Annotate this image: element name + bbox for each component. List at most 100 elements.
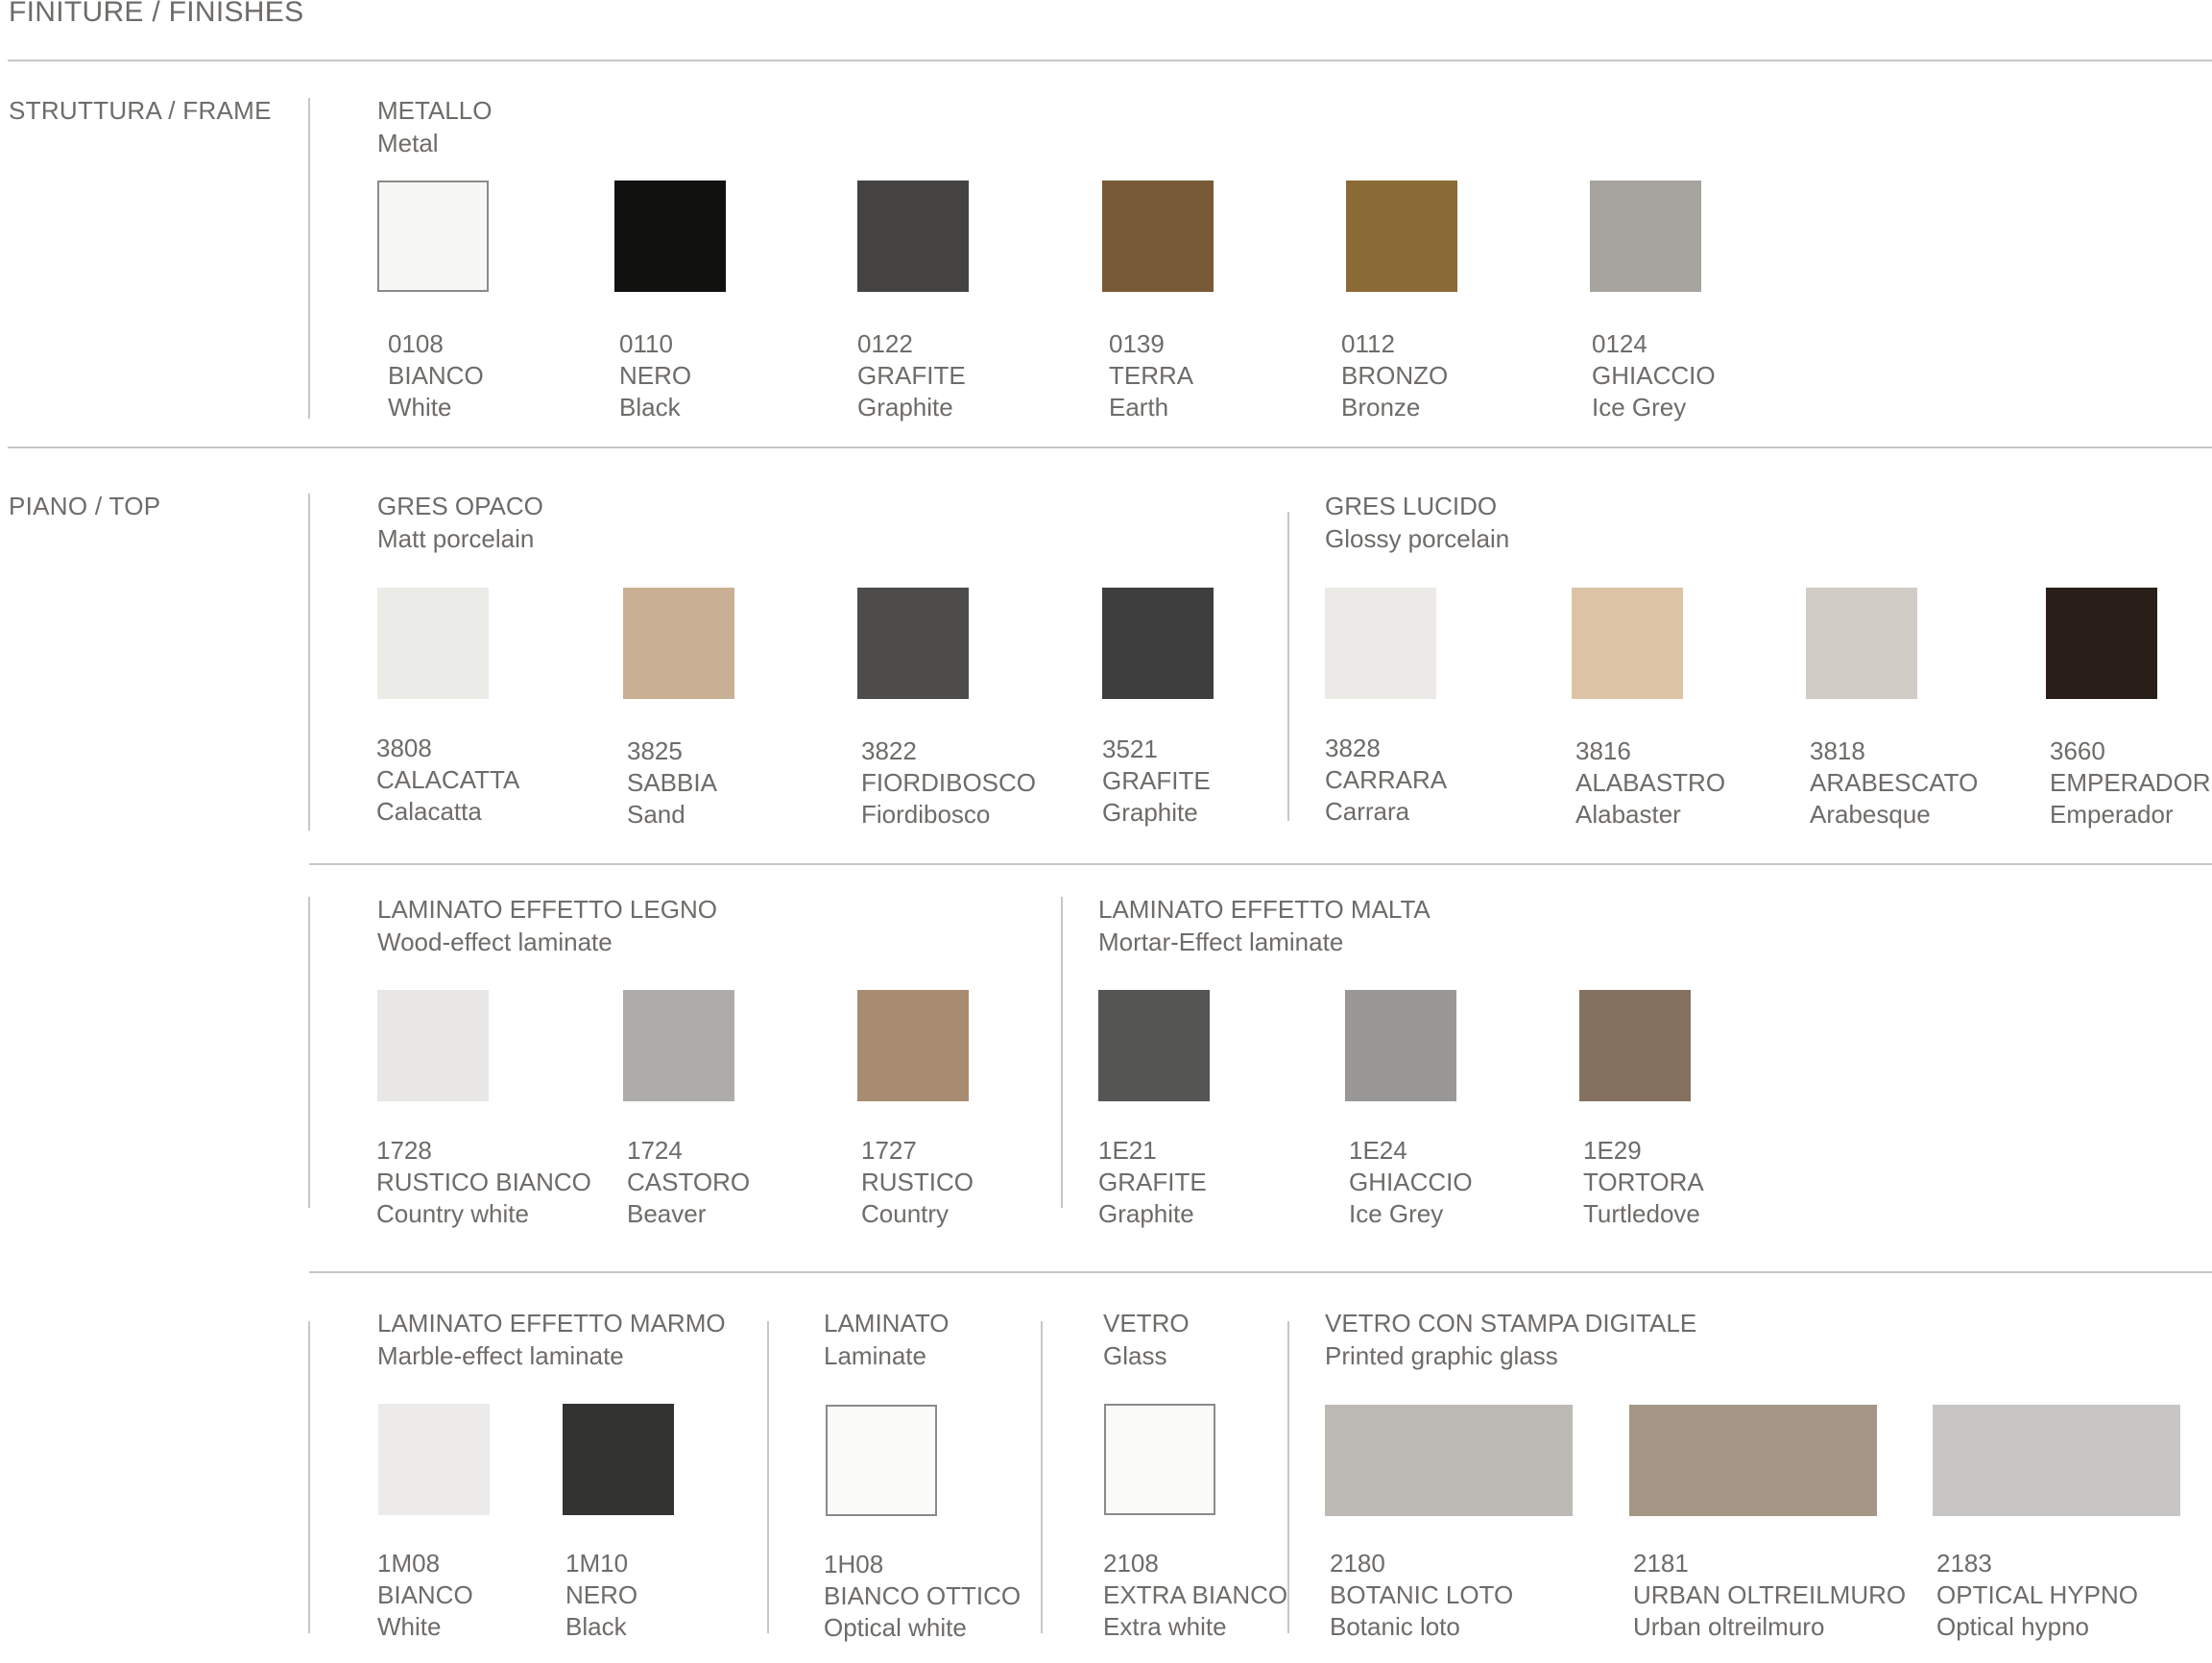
swatch-name-en: Beaver	[627, 1199, 707, 1228]
swatch-code: 3816	[1575, 736, 1631, 765]
swatch-0122[interactable]	[857, 181, 969, 292]
swatch-name: BIANCO	[388, 361, 484, 390]
swatch-code: 0112	[1341, 329, 1395, 358]
group-subname: Matt porcelain	[377, 524, 535, 553]
swatch-code: 1E24	[1349, 1136, 1407, 1165]
swatch-3808[interactable]	[377, 588, 489, 699]
swatch-2108[interactable]	[1104, 1404, 1215, 1515]
swatch-code: 1727	[861, 1136, 917, 1165]
divider-vertical-printed	[1287, 1321, 1289, 1633]
group-header-metal: METALLO Metal	[377, 94, 492, 159]
swatch-name-en: Calacatta	[376, 797, 482, 826]
swatch-caption-1724: 1724 CASTORO Beaver	[627, 1135, 750, 1230]
swatch-0112[interactable]	[1346, 181, 1457, 292]
swatch-name-en: Carrara	[1325, 797, 1410, 826]
divider-top-row2	[309, 1271, 2212, 1273]
group-subname: Marble-effect laminate	[377, 1341, 624, 1370]
swatch-name-en: Graphite	[1098, 1199, 1194, 1228]
swatch-code: 0108	[388, 329, 444, 358]
swatch-name-en: Black	[565, 1612, 627, 1641]
swatch-1728[interactable]	[377, 990, 489, 1101]
swatch-3828[interactable]	[1325, 588, 1436, 699]
swatch-1E29[interactable]	[1579, 990, 1691, 1101]
swatch-name: TERRA	[1109, 361, 1194, 390]
swatch-caption-2183: 2183 OPTICAL HYPNO Optical hypno	[1936, 1548, 2138, 1643]
divider-vertical-frame	[308, 98, 310, 419]
group-subname: Metal	[377, 129, 439, 157]
swatch-0124[interactable]	[1590, 181, 1701, 292]
divider-top	[8, 60, 2212, 61]
swatch-name: SABBIA	[627, 768, 717, 797]
swatch-caption-3822: 3822 FIORDIBOSCO Fiordibosco	[861, 735, 1036, 831]
group-header-marble-laminate: LAMINATO EFFETTO MARMO Marble-effect lam…	[377, 1307, 726, 1372]
swatch-name-en: Emperador	[2050, 800, 2174, 829]
group-subname: Wood-effect laminate	[377, 928, 613, 956]
divider-vertical-top-row1	[308, 494, 310, 831]
swatch-code: 0139	[1109, 329, 1165, 358]
group-name: VETRO	[1103, 1309, 1190, 1338]
swatch-2180[interactable]	[1325, 1405, 1573, 1516]
group-header-glass: VETRO Glass	[1103, 1307, 1190, 1372]
swatch-code: 2108	[1103, 1549, 1159, 1578]
swatch-0110[interactable]	[614, 181, 726, 292]
swatch-name: RUSTICO BIANCO	[376, 1168, 591, 1196]
swatch-caption-2108: 2108 EXTRA BIANCO Extra white	[1103, 1548, 1287, 1643]
divider-vertical-laminate	[1061, 897, 1063, 1208]
swatch-1727[interactable]	[857, 990, 969, 1101]
swatch-code: 1E29	[1583, 1136, 1642, 1165]
swatch-0108[interactable]	[377, 181, 489, 292]
swatch-2181[interactable]	[1629, 1405, 1877, 1516]
swatch-code: 0124	[1592, 329, 1647, 358]
swatch-2183[interactable]	[1933, 1405, 2180, 1516]
page-title: FINITURE / FINISHES	[9, 0, 304, 28]
group-name: METALLO	[377, 96, 493, 125]
section-label-top: PIANO / TOP	[9, 492, 161, 520]
swatch-caption-0108: 0108 BIANCO White	[388, 328, 484, 423]
swatch-name-en: White	[388, 393, 452, 422]
swatch-caption-3818: 3818 ARABESCATO Arabesque	[1810, 735, 1978, 831]
group-subname: Laminate	[824, 1341, 926, 1370]
swatch-name: FIORDIBOSCO	[861, 768, 1037, 797]
swatch-code: 2183	[1936, 1549, 1992, 1578]
swatch-name: NERO	[619, 361, 692, 390]
swatch-1724[interactable]	[623, 990, 734, 1101]
swatch-3818[interactable]	[1806, 588, 1917, 699]
group-header-matt-porcelain: GRES OPACO Matt porcelain	[377, 490, 543, 555]
group-subname: Printed graphic glass	[1325, 1341, 1558, 1370]
swatch-3825[interactable]	[623, 588, 734, 699]
swatch-name-en: Botanic loto	[1330, 1612, 1460, 1641]
swatch-caption-0112: 0112 BRONZO Bronze	[1341, 328, 1448, 423]
swatch-1M10[interactable]	[563, 1404, 674, 1515]
swatch-name: ALABASTRO	[1575, 768, 1726, 797]
swatch-3822[interactable]	[857, 588, 969, 699]
swatch-3816[interactable]	[1572, 588, 1683, 699]
divider-vertical-top-row3	[308, 1321, 310, 1633]
swatch-name-en: Extra white	[1103, 1612, 1227, 1641]
group-name: LAMINATO EFFETTO LEGNO	[377, 895, 717, 924]
swatch-1H08[interactable]	[826, 1405, 937, 1516]
swatch-name-en: Fiordibosco	[861, 800, 991, 829]
swatch-1M08[interactable]	[378, 1404, 490, 1515]
group-header-wood-laminate: LAMINATO EFFETTO LEGNO Wood-effect lamin…	[377, 893, 717, 958]
swatch-name: RUSTICO	[861, 1168, 974, 1196]
swatch-code: 1M08	[377, 1549, 441, 1578]
swatch-caption-3660: 3660 EMPERADOR Emperador	[2050, 735, 2211, 831]
swatch-code: 1H08	[824, 1550, 884, 1579]
swatch-1E21[interactable]	[1098, 990, 1210, 1101]
swatch-1E24[interactable]	[1345, 990, 1456, 1101]
swatch-name-en: Arabesque	[1810, 800, 1931, 829]
swatch-caption-1E24: 1E24 GHIACCIO Ice Grey	[1349, 1135, 1473, 1230]
swatch-caption-3816: 3816 ALABASTRO Alabaster	[1575, 735, 1725, 831]
divider-vertical-top-row2	[308, 897, 310, 1208]
swatch-caption-1E29: 1E29 TORTORA Turtledove	[1583, 1135, 1704, 1230]
swatch-name: URBAN OLTREILMURO	[1633, 1580, 1907, 1609]
swatch-3521[interactable]	[1102, 588, 1214, 699]
swatch-0139[interactable]	[1102, 181, 1214, 292]
swatch-caption-0110: 0110 NERO Black	[619, 328, 691, 423]
group-name: GRES LUCIDO	[1325, 492, 1498, 520]
swatch-caption-1H08: 1H08 BIANCO OTTICO Optical white	[824, 1549, 1021, 1644]
group-name: LAMINATO	[824, 1309, 950, 1338]
swatch-3660[interactable]	[2046, 588, 2157, 699]
group-subname: Mortar-Effect laminate	[1098, 928, 1344, 956]
swatch-name: BRONZO	[1341, 361, 1449, 390]
